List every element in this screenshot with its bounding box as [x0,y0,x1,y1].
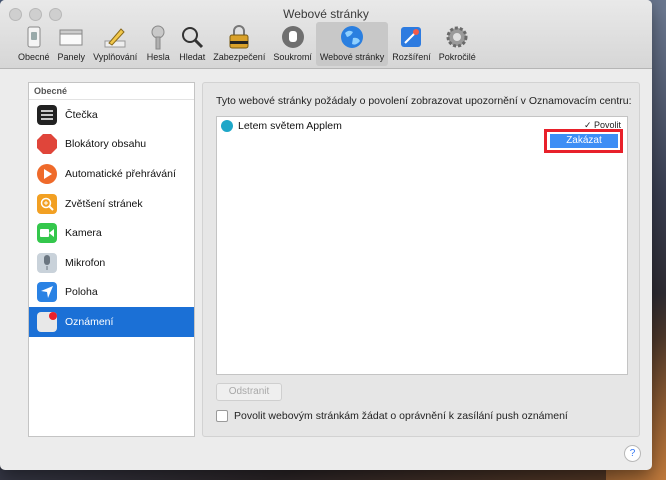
sidebar-item-location[interactable]: Poloha [29,278,194,308]
website-name: Letem světem Applem [238,120,342,132]
notifications-icon [37,311,57,332]
magnifier-icon [179,24,205,50]
sidebar-item-page-zoom[interactable]: Zvětšení stránek [29,189,194,219]
sidebar-item-label: Blokátory obsahu [65,138,147,151]
sidebar-item-reader[interactable]: Čtečka [29,100,194,130]
panel-description: Tyto webové stránky požádaly o povolení … [216,95,632,107]
play-icon [37,163,57,184]
stop-icon [37,134,57,155]
tab-search[interactable]: Hledat [175,22,209,66]
tabs-icon [58,24,84,50]
key-icon [145,24,171,50]
tab-label: Obecné [18,52,50,62]
sidebar-header: Obecné [29,83,194,100]
notifications-panel: Tyto webové stránky požádaly o povolení … [202,82,640,437]
sidebar-item-autoplay[interactable]: Automatické přehrávání [29,159,194,189]
sidebar-item-label: Mikrofon [65,256,106,269]
list-item[interactable]: Letem světem Applem [221,120,342,132]
general-switch-icon [21,24,47,50]
pencil-icon [102,24,128,50]
tab-label: Rozšíření [392,52,431,62]
sidebar-item-label: Oznámení [65,315,114,328]
sidebar-item-label: Poloha [65,286,98,299]
websites-list[interactable]: Letem světem Applem ✓ Povolit Zakázat [216,116,628,375]
sidebar-item-microphone[interactable]: Mikrofon [29,248,194,278]
extensions-icon [398,24,424,50]
sidebar-item-label: Čtečka [65,108,98,121]
sidebar-item-content-blockers[interactable]: Blokátory obsahu [29,130,194,160]
sidebar-item-label: Zvětšení stránek [65,197,143,210]
tab-extensions[interactable]: Rozšíření [388,22,435,66]
tab-websites[interactable]: Webové stránky [315,22,389,66]
sidebar-item-notifications[interactable]: Oznámení [29,307,194,337]
tab-label: Hesla [146,52,170,62]
tab-security[interactable]: Zabezpečení [209,22,269,66]
help-button[interactable]: ? [624,445,641,462]
tab-label: Hledat [179,52,206,62]
tab-label: Pokročilé [438,52,476,62]
location-icon [37,282,57,303]
settings-sidebar: Obecné Čtečka Blokátory obsahu Automatic… [28,82,195,437]
window-title: Webové stránky [283,7,369,21]
sidebar-item-camera[interactable]: Kamera [29,218,194,248]
toolbar: Obecné Panely Vyplňování Hesla Hledat Za… [14,22,480,66]
tab-label: Panely [57,52,86,62]
sidebar-item-label: Automatické přehrávání [65,167,176,180]
title-bar: Webové stránky Obecné Panely Vyplňování [0,0,652,69]
gear-icon [444,24,470,50]
tab-autofill[interactable]: Vyplňování [89,22,141,66]
remove-button[interactable]: Odstranit [216,383,282,401]
tab-label: Vyplňování [93,52,138,62]
globe-icon [339,24,365,50]
menu-item-deny[interactable]: Zakázat [550,134,618,148]
zoom-icon [37,193,57,214]
website-favicon-icon [221,120,233,132]
push-permission-checkbox[interactable] [216,410,228,422]
tab-general[interactable]: Obecné [14,22,54,66]
reader-icon [37,104,57,125]
tab-privacy[interactable]: Soukromí [269,22,316,66]
preferences-window: Webové stránky Obecné Panely Vyplňování [0,0,652,470]
camera-icon [37,223,57,244]
tab-label: Soukromí [273,52,312,62]
push-permission-row[interactable]: Povolit webovým stránkám žádat o oprávně… [216,410,568,422]
hand-icon [280,24,306,50]
push-permission-label: Povolit webovým stránkám žádat o oprávně… [234,410,568,422]
tab-advanced[interactable]: Pokročilé [435,22,480,66]
tab-tabs[interactable]: Panely [54,22,90,66]
sidebar-item-label: Kamera [65,227,102,240]
tab-label: Webové stránky [319,52,385,62]
microphone-icon [37,252,57,273]
tab-passwords[interactable]: Hesla [141,22,175,66]
tab-label: Zabezpečení [213,52,266,62]
lock-icon [226,24,252,50]
